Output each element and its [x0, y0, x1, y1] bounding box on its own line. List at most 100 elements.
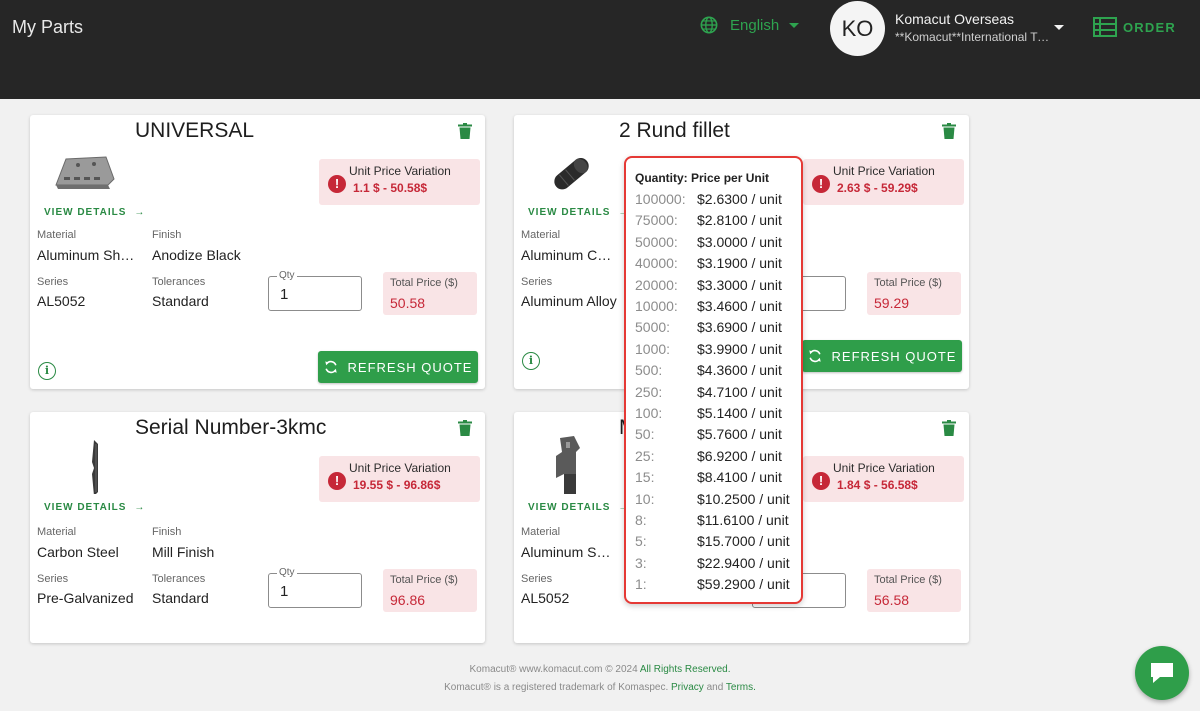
total-price-value: 59.29	[874, 295, 910, 311]
top-bar: My Parts English KO Komacut Overseas **K…	[0, 0, 1200, 99]
tier-price: $2.6300 / unit	[697, 191, 782, 207]
tier-price: $2.8100 / unit	[697, 212, 782, 229]
tier-quantity: 1000:	[635, 340, 671, 357]
info-icon[interactable]: i	[522, 352, 540, 370]
tier-quantity: 10000:	[635, 298, 678, 314]
tolerances-value: Standard	[152, 293, 209, 309]
language-selector[interactable]: English	[700, 16, 800, 34]
total-price-box: Total Price ($) 50.58	[383, 272, 477, 315]
tier-price: $3.6900 / unit	[697, 319, 782, 336]
refresh-quote-button[interactable]: REFRESH QUOTE	[802, 340, 962, 372]
tier-price: $3.3000 / unit	[697, 276, 782, 293]
error-icon: !	[328, 175, 346, 193]
part-thumbnail[interactable]	[532, 137, 602, 197]
tolerances-value: Standard	[152, 590, 209, 606]
tier-quantity: 25:	[635, 447, 655, 464]
tier-price: $3.4600 / unit	[697, 298, 782, 314]
order-label: ORDER	[1123, 19, 1176, 35]
part-card: Serial Number-3kmc VIEW DETAILS → ! Unit …	[30, 412, 485, 643]
account-name[interactable]: Komacut Overseas	[895, 11, 1014, 27]
material-value: Aluminum Sheet	[37, 247, 137, 263]
trash-icon[interactable]	[458, 123, 472, 139]
privacy-link[interactable]: Privacy	[671, 682, 704, 693]
trash-icon[interactable]	[942, 123, 956, 139]
info-icon[interactable]: i	[38, 362, 56, 380]
avatar[interactable]: KO	[830, 1, 885, 56]
tier-quantity: 500:	[635, 362, 663, 379]
material-value: Aluminum Composite	[521, 247, 617, 263]
tier-quantity: 20000:	[635, 276, 678, 293]
refresh-icon	[324, 360, 337, 374]
material-value: Carbon Steel	[37, 544, 119, 560]
view-details-link[interactable]: VIEW DETAILS→	[528, 207, 629, 218]
tier-price: $8.4100 / unit	[697, 469, 782, 486]
part-title: 2 Rund fillet	[619, 119, 730, 142]
view-details-link[interactable]: VIEW DETAILS→	[44, 207, 145, 218]
series-value: Pre-Galvanized	[37, 590, 134, 606]
error-icon: !	[328, 472, 346, 490]
refresh-quote-button[interactable]: REFRESH QUOTE	[318, 351, 478, 383]
tier-quantity: 100000:	[635, 191, 686, 207]
tier-quantity: 1:	[635, 576, 647, 593]
tier-quantity: 8:	[635, 512, 647, 528]
refresh-icon	[808, 349, 821, 363]
chat-icon	[1151, 663, 1173, 683]
arrow-right-icon: →	[134, 502, 146, 513]
footer-trademark: Komacut® is a registered trademark of Ko…	[444, 682, 756, 693]
tier-quantity: 75000:	[635, 212, 678, 229]
account-chevron-down-icon[interactable]	[1054, 25, 1064, 30]
order-button[interactable]: ORDER	[1093, 17, 1176, 37]
tier-price: $59.2900 / unit	[697, 576, 790, 593]
unit-price-variation-badge: ! Unit Price Variation 1.84 $ - 56.58$	[803, 456, 964, 502]
series-value: AL5052	[37, 293, 86, 309]
finish-value: Anodize Black	[152, 247, 241, 263]
part-title: Serial Number-3kmc	[135, 416, 327, 439]
total-price-box: Total Price ($) 56.58	[867, 569, 961, 612]
tier-price: $3.1900 / unit	[697, 255, 782, 272]
arrow-right-icon: →	[134, 207, 146, 218]
tier-price: $4.7100 / unit	[697, 383, 782, 400]
tier-price: $10.2500 / unit	[697, 490, 790, 507]
total-price-value: 56.58	[874, 592, 910, 608]
view-details-link[interactable]: VIEW DETAILS→	[44, 502, 145, 513]
tier-price: $6.9200 / unit	[697, 447, 782, 464]
tier-quantity: 50:	[635, 426, 655, 443]
terms-link[interactable]: Terms.	[726, 682, 756, 693]
view-details-link[interactable]: VIEW DETAILS→	[528, 502, 629, 513]
account-company: **Komacut**International Trading LLC	[895, 30, 1050, 44]
trash-icon[interactable]	[942, 420, 956, 436]
tier-price: $3.9900 / unit	[697, 340, 782, 357]
unit-price-variation-badge: ! Unit Price Variation 2.63 $ - 59.29$	[803, 159, 964, 205]
finish-value: Mill Finish	[152, 544, 215, 560]
tier-price: $11.6100 / unit	[697, 512, 789, 528]
tier-price: $4.3600 / unit	[697, 362, 782, 379]
total-price-box: Total Price ($) 59.29	[867, 272, 961, 315]
tier-price: $5.1400 / unit	[697, 405, 782, 421]
part-thumbnail[interactable]	[532, 434, 602, 494]
part-thumbnail[interactable]	[48, 137, 118, 197]
quantity-input[interactable]: Qty 1	[268, 567, 362, 608]
tier-quantity: 250:	[635, 383, 663, 400]
series-value: AL5052	[521, 590, 570, 606]
trash-icon[interactable]	[458, 420, 472, 436]
tier-quantity: 3:	[635, 554, 647, 571]
part-card: UNIVERSAL VIEW DETAILS → ! Unit Price Var…	[30, 115, 485, 389]
tier-quantity: 5:	[635, 533, 647, 550]
chat-button[interactable]	[1135, 646, 1189, 700]
part-thumbnail[interactable]	[48, 434, 118, 494]
language-label: English	[730, 16, 780, 34]
quantity-input[interactable]: Qty 1	[268, 270, 362, 311]
series-value: Aluminum Alloy	[521, 293, 617, 309]
error-icon: !	[812, 175, 830, 193]
price-variation-value: 1.84 $ - 56.58$	[837, 478, 918, 492]
chevron-down-icon	[789, 22, 800, 28]
total-price-box: Total Price ($) 96.86	[383, 569, 477, 612]
part-title: UNIVERSAL	[135, 119, 255, 142]
material-value: Aluminum Sheet	[521, 544, 617, 560]
list-icon	[1093, 17, 1117, 37]
all-rights-link[interactable]: All Rights Reserved.	[640, 664, 731, 675]
tier-price: $5.7600 / unit	[697, 426, 782, 443]
page-title: My Parts	[12, 17, 84, 37]
tier-price: $22.9400 / unit	[697, 554, 790, 571]
tier-quantity: 50000:	[635, 233, 678, 250]
